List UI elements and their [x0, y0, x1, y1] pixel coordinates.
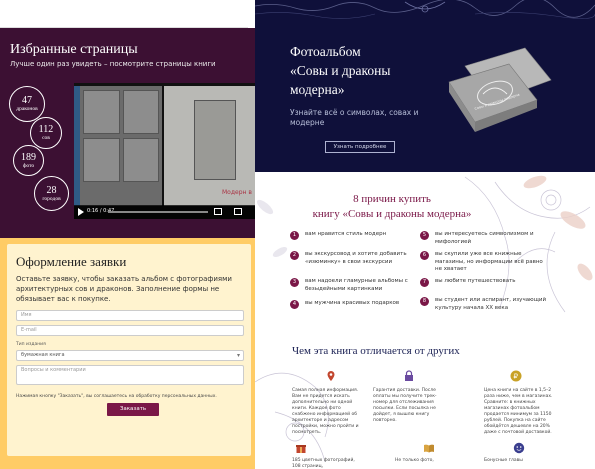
gallery-section: Избранные страницы Лучше один раз увидет…	[0, 28, 255, 238]
differences-title: Чем эта книга отличается от других	[292, 345, 460, 357]
stat-cities: 28 городов	[34, 176, 69, 211]
relief-photo	[194, 100, 236, 180]
fullscreen-icon[interactable]	[234, 208, 242, 215]
stat-owls: 112 сов	[30, 117, 62, 149]
relief-photo	[83, 90, 120, 134]
reason-item: 8 вы студент или аспирант, изучающий кул…	[420, 297, 547, 312]
reasons-title-line: книгу «Совы и драконы модерна»	[312, 208, 472, 220]
location-pin-icon	[327, 371, 335, 381]
reason-number: 1	[290, 231, 299, 240]
book-cover-image: Совы и драконы модерна	[448, 47, 552, 132]
reason-text: вам нравится стиль модерн	[305, 231, 387, 237]
consent-text: Нажимая кнопку "Заказать", вы соглашаете…	[16, 394, 217, 399]
stat-label: фото	[22, 162, 35, 169]
theater-mask-icon	[513, 442, 525, 454]
reasons-section: 8 причин купить книгу «Совы и драконы мо…	[255, 172, 595, 332]
video-progress[interactable]	[108, 211, 208, 213]
reasons-title: 8 причин купить книгу «Совы и драконы мо…	[292, 192, 492, 222]
book-icon	[424, 444, 434, 453]
relief-photo	[123, 90, 159, 134]
reason-number: 6	[420, 251, 429, 260]
difference-text: Бонусные главы	[484, 458, 523, 463]
hero-section: Фотоальбом «Совы и драконы модерна» Узна…	[255, 0, 595, 172]
ornament-border	[255, 0, 595, 19]
reason-item: 7 вы любите путешествовать	[420, 278, 547, 287]
chevron-down-icon: ▾	[236, 352, 240, 359]
order-section: Оформление заявки Оставьте заявку, чтобы…	[0, 238, 255, 469]
gallery-title: Избранные страницы	[10, 42, 138, 57]
order-title: Оформление заявки	[16, 254, 127, 269]
stat-number: 189	[21, 151, 36, 163]
hero-title-line: модерна»	[290, 82, 345, 97]
order-description: Оставьте заявку, чтобы заказать альбом с…	[16, 275, 232, 303]
relief-photo	[123, 138, 159, 182]
stat-label: городов	[42, 195, 61, 202]
reason-text: вы экскурсовод и хотите добавить «изюмин…	[305, 251, 407, 265]
svg-text:₽: ₽	[514, 373, 519, 381]
stat-label: сов	[42, 135, 50, 141]
video-caption: Модерн в	[222, 189, 252, 196]
reason-text: вы студент или аспирант, изучающий культ…	[435, 297, 547, 311]
reason-item: 5 вы интересуетесь символизмом и мифолог…	[420, 231, 547, 246]
hero-title-line: «Совы и драконы	[290, 63, 391, 78]
book-left-page	[80, 86, 162, 206]
stat-number: 28	[46, 184, 57, 196]
select-label: Тип издания	[16, 342, 46, 347]
top-strip	[0, 0, 248, 28]
hero-subtitle: Узнайте всё о символах, совах и модерне	[290, 108, 419, 127]
edition-select[interactable]: бумажная книга ▾	[16, 350, 244, 361]
volume-icon[interactable]	[214, 208, 222, 215]
stat-dragons: 47 драконов	[9, 86, 45, 122]
reason-item: 4 вы мужчина красивых подарков	[290, 300, 417, 309]
reason-item: 6 вы скупили уже все книжные магазины, н…	[420, 251, 547, 274]
difference-text: 185 цветных фотографий, 108 страниц,	[292, 458, 355, 469]
reason-number: 7	[420, 278, 429, 287]
reason-number: 5	[420, 231, 429, 240]
reason-text: вам надоели гламурные альбомы с безыдейн…	[305, 278, 408, 292]
stat-number: 112	[38, 124, 54, 135]
video-player[interactable]: Модерн в 0:16 / 0:47	[74, 83, 255, 219]
stat-number: 47	[22, 95, 32, 106]
gift-icon	[296, 445, 306, 453]
reason-number: 2	[290, 251, 299, 260]
learn-more-button[interactable]: Узнать подробнее	[325, 141, 395, 153]
book-right-page	[164, 86, 255, 206]
difference-text: Гарантия доставки. После оплаты мы получ…	[373, 388, 437, 423]
reason-text: вы интересуетесь символизмом и мифологие…	[435, 231, 534, 245]
reason-number: 3	[290, 278, 299, 287]
hero-title-line: Фотоальбом	[290, 44, 361, 59]
video-controls: 0:16 / 0:47	[74, 205, 255, 219]
reason-item: 1 вам нравится стиль модерн	[290, 231, 417, 240]
ruble-icon: ₽	[510, 370, 522, 382]
stat-label: драконов	[16, 106, 38, 112]
page: Избранные страницы Лучше один раз увидет…	[0, 0, 595, 469]
left-column: Избранные страницы Лучше один раз увидет…	[0, 0, 255, 469]
reason-number: 8	[420, 297, 429, 306]
stat-photos: 189 фото	[13, 145, 44, 176]
right-column: Фотоальбом «Совы и драконы модерна» Узна…	[255, 0, 595, 469]
reason-text: вы мужчина красивых подарков	[305, 300, 400, 306]
order-form: Оформление заявки Оставьте заявку, чтобы…	[7, 244, 251, 456]
name-field[interactable]: Имя	[16, 310, 244, 321]
relief-photo	[83, 138, 120, 182]
difference-text: Не только фото,	[395, 458, 434, 463]
play-icon[interactable]	[78, 208, 84, 216]
difference-text: Цена книги на сайте в 1,5–2 раза ниже, ч…	[484, 388, 553, 435]
reason-number: 4	[290, 300, 299, 309]
reasons-title-line: 8 причин купить	[353, 193, 431, 205]
hero-title: Фотоальбом «Совы и драконы модерна»	[290, 42, 390, 99]
select-value: бумажная книга	[21, 352, 65, 358]
comment-field[interactable]: Вопросы и комментарии	[16, 365, 244, 385]
lock-icon	[405, 370, 413, 381]
reason-item: 2 вы экскурсовод и хотите добавить «изюм…	[290, 251, 417, 266]
gallery-subtitle: Лучше один раз увидеть – посмотрите стра…	[10, 60, 216, 68]
reason-text: вы любите путешествовать	[435, 278, 516, 284]
email-field[interactable]: E-mail	[16, 325, 244, 336]
difference-text: Самая полная информация. Вам не придется…	[292, 388, 359, 435]
submit-button[interactable]: Заказать	[107, 403, 159, 416]
reason-item: 3 вам надоели гламурные альбомы с безыде…	[290, 278, 417, 293]
reason-text: вы скупили уже все книжные магазины, но …	[435, 251, 543, 272]
